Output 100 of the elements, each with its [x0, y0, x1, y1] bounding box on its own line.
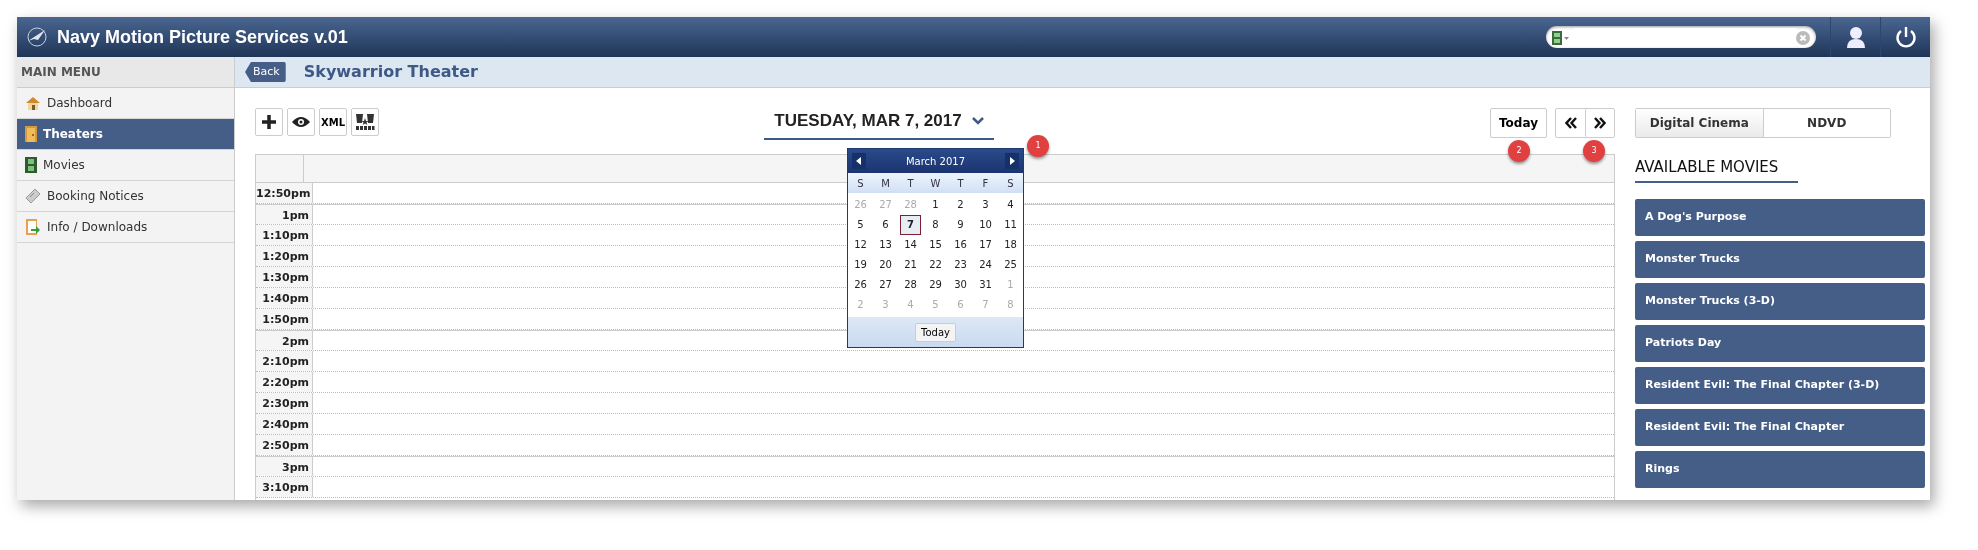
movie-item[interactable]: Patriots Day	[1635, 324, 1925, 362]
time-label: 2:40pm	[256, 413, 313, 434]
time-label: 2pm	[256, 330, 313, 350]
calendar-day[interactable]: 21	[900, 255, 921, 275]
callout-badge: 2	[1508, 140, 1530, 162]
today-button[interactable]: Today	[915, 322, 956, 342]
calendar-day[interactable]: 28	[900, 275, 921, 295]
calendar-day[interactable]: 17	[975, 235, 996, 255]
calendar-day[interactable]: 10	[975, 215, 996, 235]
time-label: 3pm	[256, 456, 313, 476]
calendar-day[interactable]: 31	[975, 275, 996, 295]
calendar-day[interactable]: 24	[975, 255, 996, 275]
book-icon	[25, 219, 41, 235]
calendar-day[interactable]: 30	[950, 275, 971, 295]
page-title: Skywarrior Theater	[303, 61, 478, 83]
toolbar-button[interactable]	[351, 108, 379, 136]
calendar-day[interactable]: 14	[900, 235, 921, 255]
time-label: 2:30pm	[256, 392, 313, 413]
ticket-icon	[25, 188, 41, 204]
triangle-right-icon	[1009, 157, 1015, 165]
movie-item[interactable]: Resident Evil: The Final Chapter (3-D)	[1635, 366, 1925, 404]
calendar-day[interactable]: 9	[950, 215, 971, 235]
time-label: 2:10pm	[256, 350, 313, 371]
time-label: 1:40pm	[256, 287, 313, 308]
power-icon[interactable]	[1894, 26, 1917, 48]
time-label: 12:50pm	[256, 182, 313, 203]
calendar-day[interactable]: 2	[950, 195, 971, 215]
app-title: Navy Motion Picture Services v.01	[57, 25, 348, 49]
calendar-day[interactable]: 18	[1000, 235, 1021, 255]
calendar-day[interactable]: 11	[1000, 215, 1021, 235]
calendar-day[interactable]: 1	[925, 195, 946, 215]
triangle-left-icon	[856, 157, 862, 165]
toolbar-button[interactable]	[287, 108, 315, 136]
double-chevron-left-icon	[1564, 117, 1577, 129]
time-label: 1pm	[256, 204, 313, 224]
time-label: 3:10pm	[256, 476, 313, 497]
sidebar-item[interactable]: Movies	[17, 150, 234, 181]
calendar-day[interactable]: 29	[925, 275, 946, 295]
calendar-day[interactable]: 23	[950, 255, 971, 275]
next-button[interactable]	[1585, 109, 1614, 137]
door-icon	[25, 126, 37, 142]
film-icon	[1552, 28, 1570, 46]
calendar-day[interactable]: 26	[850, 275, 871, 295]
sidebar-item[interactable]: Booking Notices	[17, 181, 234, 212]
time-label: 2:50pm	[256, 434, 313, 455]
user-icon[interactable]	[1845, 26, 1866, 48]
eye-icon	[291, 116, 311, 128]
double-chevron-right-icon	[1594, 117, 1606, 129]
weekday-label: T	[956, 176, 965, 191]
month-label: March 2017	[905, 154, 966, 169]
format-tab[interactable]: Digital Cinema	[1636, 109, 1763, 137]
prev-month-button[interactable]	[852, 153, 866, 169]
weekday-label: M	[880, 176, 891, 191]
sidebar-item[interactable]: Theaters	[17, 119, 234, 150]
weekday-label: T	[906, 176, 915, 191]
weekday-label: W	[929, 176, 942, 191]
calendar-day[interactable]: 16	[950, 235, 971, 255]
calendar-day[interactable]: 7	[900, 215, 921, 235]
calendar-day[interactable]: 25	[1000, 255, 1021, 275]
format-tab[interactable]: NDVD	[1762, 109, 1890, 137]
toolbar-button[interactable]	[255, 108, 283, 136]
calendar-day[interactable]: 6	[875, 215, 896, 235]
next-month-button[interactable]	[1005, 153, 1019, 169]
film-icon	[25, 157, 37, 173]
calendar-day[interactable]: 20	[875, 255, 896, 275]
calendar-day[interactable]: 13	[875, 235, 896, 255]
calendar-day[interactable]: 3	[975, 195, 996, 215]
movie-item[interactable]: Monster Trucks (3-D)	[1635, 282, 1925, 320]
calendar-day[interactable]: 27	[875, 275, 896, 295]
weekday-label: S	[1006, 176, 1015, 191]
calendar-day[interactable]: 15	[925, 235, 946, 255]
calendar-day[interactable]: 5	[850, 215, 871, 235]
weekday-label: F	[981, 176, 990, 191]
section-heading: AVAILABLE MOVIES	[1635, 156, 1799, 183]
time-label: 1:30pm	[256, 266, 313, 287]
date-title[interactable]: TUESDAY, MAR 7, 2017	[764, 108, 994, 140]
movie-item[interactable]: Monster Trucks	[1635, 240, 1925, 278]
jet-logo-icon	[25, 27, 49, 47]
movie-item[interactable]: Rings	[1635, 450, 1925, 488]
weekday-label: S	[856, 176, 865, 191]
calendar-day[interactable]: 4	[1000, 195, 1021, 215]
time-label: 2:20pm	[256, 371, 313, 392]
today-button[interactable]: Today	[1490, 108, 1547, 138]
callout-badge: 1	[1027, 135, 1049, 157]
sidebar-item[interactable]: Info / Downloads	[17, 212, 234, 243]
plus-icon	[261, 114, 277, 130]
time-label: 1:50pm	[256, 308, 313, 329]
theater-seats-icon	[355, 113, 375, 131]
calendar-day[interactable]: 22	[925, 255, 946, 275]
calendar-day[interactable]: 19	[850, 255, 871, 275]
search-field[interactable]	[1546, 26, 1816, 48]
time-label: 1:10pm	[256, 224, 313, 245]
movie-item[interactable]: A Dog's Purpose	[1635, 198, 1925, 236]
time-label: 1:20pm	[256, 245, 313, 266]
toolbar-button[interactable]: XML	[319, 108, 347, 136]
callout-badge: 3	[1583, 140, 1605, 162]
calendar-day[interactable]: 12	[850, 235, 871, 255]
back-button[interactable]: Back	[245, 62, 286, 82]
calendar-day[interactable]: 8	[925, 215, 946, 235]
movie-item[interactable]: Resident Evil: The Final Chapter	[1635, 408, 1925, 446]
